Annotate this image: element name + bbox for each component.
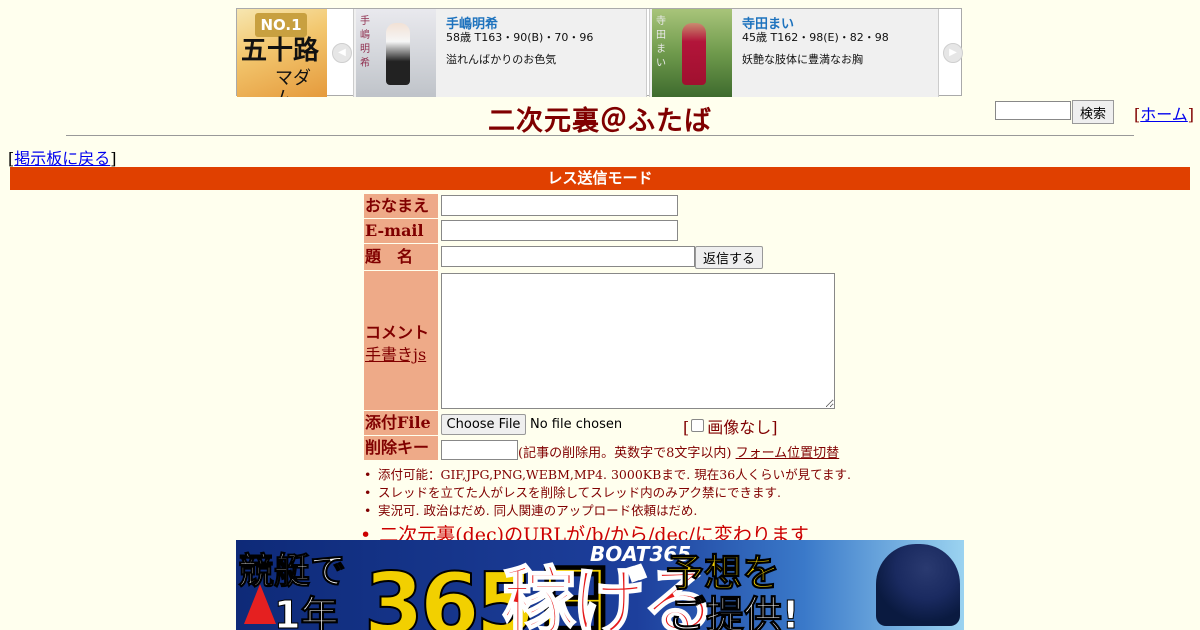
form-position-toggle-link[interactable]: フォーム位置切替 bbox=[736, 446, 840, 461]
comment-label: コメント bbox=[365, 323, 430, 342]
ad-card-spec: 58歳 T163・90(B)・70・96 bbox=[446, 31, 594, 44]
subject-label: 題名 bbox=[364, 244, 438, 270]
subject-input[interactable] bbox=[441, 246, 695, 267]
notes-list: 添付可能：GIF,JPG,PNG,WEBM,MP4. 3000KBまで. 現在3… bbox=[364, 466, 851, 520]
ad-card-spec: 45歳 T162・98(E)・82・98 bbox=[742, 31, 889, 44]
no-image-checkbox[interactable] bbox=[691, 419, 705, 432]
delete-key-note-wrapper: (記事の削除用。英数字で8文字以内) フォーム位置切替 bbox=[518, 442, 839, 461]
ad-card[interactable]: 寺田まい 寺田まい 45歳 T162・98(E)・82・98 妖艶な肢体に豊満な… bbox=[649, 9, 939, 97]
ad-logo-badge: NO.1 bbox=[255, 13, 307, 37]
list-item: 実況可. 政治はだめ. 同人関連のアップロード依頼はだめ. bbox=[364, 502, 851, 520]
ad-photo: 手嶋明希 bbox=[356, 9, 436, 97]
back-to-board-link[interactable]: 掲示板に戻る bbox=[14, 149, 110, 168]
handwrite-link[interactable]: 手書きjs bbox=[365, 341, 426, 365]
delete-key-input[interactable] bbox=[441, 440, 518, 460]
ad-photo-figure bbox=[386, 23, 410, 85]
bottom-ad-banner[interactable]: 競艇で 1年 365日 稼げる BOAT365 予想を ご提供! bbox=[236, 540, 964, 630]
top-ad-banner[interactable]: NO.1 五十路 マダム ◀ 手嶋明希 手嶋明希 58歳 T163・90(B)・… bbox=[236, 8, 963, 97]
ad-card[interactable]: 手嶋明希 手嶋明希 58歳 T163・90(B)・70・96 溢れんばかりのお色… bbox=[353, 9, 647, 97]
file-status: No file chosen bbox=[530, 417, 623, 432]
email-label: E-mail bbox=[364, 219, 438, 243]
comment-label-cell: コメント 手書きjs bbox=[364, 271, 438, 410]
list-item: スレッドを立てた人がレスを削除してスレッド内のみアク禁にできます. bbox=[364, 484, 851, 502]
choose-file-button[interactable]: Choose File bbox=[441, 414, 526, 435]
ad-logo-subtitle: マダム bbox=[275, 68, 311, 98]
name-label: おなまえ bbox=[364, 194, 438, 218]
mode-banner: レス送信モード bbox=[10, 167, 1190, 190]
racer-image bbox=[876, 544, 960, 626]
no-image-label: 画像なし bbox=[707, 418, 772, 437]
reply-submit-button[interactable]: 返信する bbox=[695, 246, 763, 269]
chevron-left-icon[interactable]: ◀ bbox=[332, 43, 352, 63]
ad-logo-title: 五十路 bbox=[241, 36, 320, 66]
chevron-right-icon[interactable]: ▶ bbox=[943, 43, 963, 63]
ad-text: 1年 bbox=[273, 593, 339, 630]
list-item: 添付可能：GIF,JPG,PNG,WEBM,MP4. 3000KBまで. 現在3… bbox=[364, 466, 851, 484]
ad-text: ご提供! bbox=[667, 593, 800, 630]
delete-key-label: 削除キー bbox=[364, 436, 438, 460]
ad-logo[interactable]: NO.1 五十路 マダム bbox=[237, 9, 327, 97]
back-link-wrapper: [掲示板に戻る] bbox=[8, 149, 117, 168]
comment-textarea[interactable] bbox=[441, 273, 835, 409]
divider bbox=[66, 135, 1134, 136]
email-input[interactable] bbox=[441, 220, 678, 241]
ad-card-desc: 溢れんばかりのお色気 bbox=[446, 53, 557, 66]
ad-photo: 寺田まい bbox=[652, 9, 732, 97]
file-label: 添付File bbox=[364, 411, 438, 435]
delete-key-note: (記事の削除用。英数字で8文字以内) bbox=[518, 446, 732, 461]
ad-photo-caption: 手嶋明希 bbox=[360, 16, 370, 69]
page-title: 二次元裏＠ふたば bbox=[488, 106, 712, 137]
ad-card-desc: 妖艶な肢体に豊満なお胸 bbox=[742, 53, 863, 66]
ad-photo-figure bbox=[682, 23, 706, 85]
ad-photo-caption: 寺田まい bbox=[656, 16, 666, 69]
name-input[interactable] bbox=[441, 195, 678, 216]
no-image-option: [画像なし] bbox=[683, 418, 778, 437]
